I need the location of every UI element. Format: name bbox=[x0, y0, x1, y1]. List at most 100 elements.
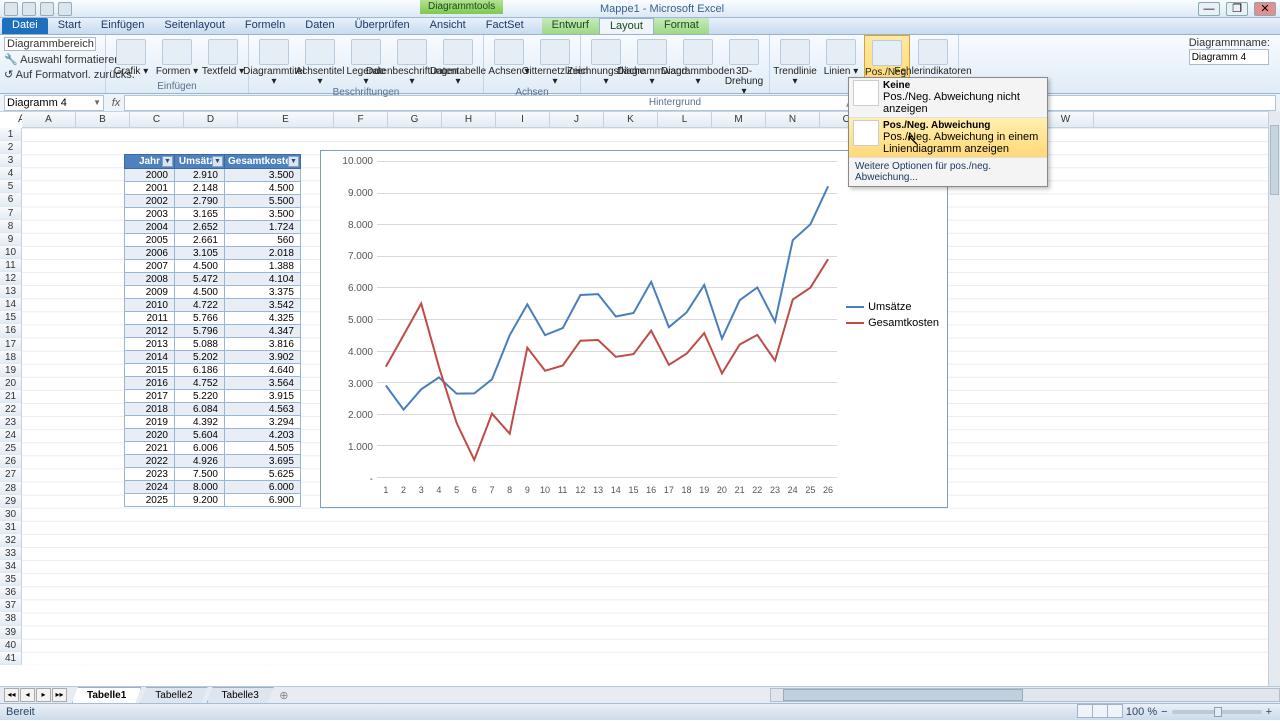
filter-dropdown-icon[interactable]: ▼ bbox=[162, 156, 173, 167]
tab-daten[interactable]: Daten bbox=[295, 18, 344, 34]
col-header-A[interactable]: A bbox=[22, 112, 76, 127]
table-header[interactable]: Umsätze▼ bbox=[175, 155, 225, 169]
col-header-H[interactable]: H bbox=[442, 112, 496, 127]
col-header-E[interactable]: E bbox=[238, 112, 334, 127]
sheet-nav-last[interactable]: ▸▸ bbox=[52, 688, 67, 702]
table-row[interactable]: 20052.661560 bbox=[125, 234, 301, 247]
format-selection-button[interactable]: 🔧 Auswahl formatieren bbox=[4, 53, 101, 66]
row-header-18[interactable]: 18 bbox=[0, 351, 22, 364]
table-row[interactable]: 20074.5001.388 bbox=[125, 260, 301, 273]
row-header-36[interactable]: 36 bbox=[0, 586, 22, 599]
row-header-26[interactable]: 26 bbox=[0, 455, 22, 468]
col-header-K[interactable]: K bbox=[604, 112, 658, 127]
filter-dropdown-icon[interactable]: ▼ bbox=[212, 156, 223, 167]
row-header-9[interactable]: 9 bbox=[0, 233, 22, 246]
row-header-13[interactable]: 13 bbox=[0, 285, 22, 298]
col-header-C[interactable]: C bbox=[130, 112, 184, 127]
row-header-3[interactable]: 3 bbox=[0, 154, 22, 167]
row-header-40[interactable]: 40 bbox=[0, 639, 22, 652]
sheet-nav-prev[interactable]: ◂ bbox=[20, 688, 35, 702]
ribbon-textfeld[interactable]: Textfeld ▾ bbox=[200, 35, 246, 77]
legend-item[interactable]: Umsätze bbox=[846, 301, 939, 313]
table-header[interactable]: Jahr▼ bbox=[125, 155, 175, 169]
reset-style-button[interactable]: ↺ Auf Formatvorl. zurücks. bbox=[4, 68, 101, 81]
ribbon-diagrammtitel[interactable]: Diagrammtitel ▾ bbox=[251, 35, 297, 87]
row-header-23[interactable]: 23 bbox=[0, 416, 22, 429]
table-row[interactable]: 20175.2203.915 bbox=[125, 390, 301, 403]
row-header-4[interactable]: 4 bbox=[0, 167, 22, 180]
ribbon--d-drehung[interactable]: 3D-Drehung ▾ bbox=[721, 35, 767, 97]
table-row[interactable]: 20063.1052.018 bbox=[125, 247, 301, 260]
zoom-out-button[interactable]: − bbox=[1161, 706, 1167, 718]
row-header-16[interactable]: 16 bbox=[0, 324, 22, 337]
row-header-10[interactable]: 10 bbox=[0, 246, 22, 259]
tab-seitenlayout[interactable]: Seitenlayout bbox=[154, 18, 235, 34]
table-row[interactable]: 20002.9103.500 bbox=[125, 169, 301, 182]
close-button[interactable]: ✕ bbox=[1254, 2, 1276, 16]
chart-legend[interactable]: Umsätze Gesamtkosten bbox=[846, 301, 939, 333]
row-header-12[interactable]: 12 bbox=[0, 272, 22, 285]
tab-layout[interactable]: Layout bbox=[599, 18, 654, 34]
tab-format[interactable]: Format bbox=[654, 18, 709, 34]
tab-überprüfen[interactable]: Überprüfen bbox=[345, 18, 420, 34]
table-row[interactable]: 20156.1864.640 bbox=[125, 364, 301, 377]
ribbon-linien[interactable]: Linien ▾ bbox=[818, 35, 864, 77]
table-row[interactable]: 20135.0883.816 bbox=[125, 338, 301, 351]
column-headers[interactable]: ABCDEFGHIJKLMNOTUVW bbox=[22, 112, 1280, 128]
fx-icon[interactable]: fx bbox=[108, 97, 124, 109]
col-header-I[interactable]: I bbox=[496, 112, 550, 127]
vertical-scrollbar[interactable] bbox=[1268, 111, 1280, 686]
zoom-in-button[interactable]: + bbox=[1266, 706, 1272, 718]
ribbon-grafik[interactable]: Grafik ▾ bbox=[108, 35, 154, 77]
tab-datei[interactable]: Datei bbox=[2, 18, 48, 34]
dropdown-option-none[interactable]: KeinePos./Neg. Abweichung nicht anzeigen bbox=[849, 78, 1047, 118]
table-row[interactable]: 20205.6044.203 bbox=[125, 429, 301, 442]
row-header-1[interactable]: 1 bbox=[0, 128, 22, 141]
row-header-30[interactable]: 30 bbox=[0, 508, 22, 521]
row-header-22[interactable]: 22 bbox=[0, 403, 22, 416]
legend-item[interactable]: Gesamtkosten bbox=[846, 317, 939, 329]
table-row[interactable]: 20012.1484.500 bbox=[125, 182, 301, 195]
col-header-J[interactable]: J bbox=[550, 112, 604, 127]
chart-name-input[interactable] bbox=[1189, 49, 1269, 65]
chart-element-selector[interactable]: Diagrammbereich bbox=[4, 37, 96, 51]
sheet-nav-first[interactable]: ◂◂ bbox=[4, 688, 19, 702]
table-row[interactable]: 20224.9263.695 bbox=[125, 455, 301, 468]
table-row[interactable]: 20237.5005.625 bbox=[125, 468, 301, 481]
new-sheet-button[interactable]: ⊕ bbox=[273, 689, 295, 702]
horizontal-scrollbar[interactable] bbox=[770, 688, 1280, 702]
ribbon-datenbeschriftungen[interactable]: Datenbeschriftungen ▾ bbox=[389, 35, 435, 87]
maximize-button[interactable]: ❐ bbox=[1226, 2, 1248, 16]
table-row[interactable]: 20164.7523.564 bbox=[125, 377, 301, 390]
row-header-34[interactable]: 34 bbox=[0, 560, 22, 573]
table-row[interactable]: 20259.2006.900 bbox=[125, 494, 301, 507]
series-Gesamtkosten[interactable] bbox=[386, 259, 828, 460]
row-header-37[interactable]: 37 bbox=[0, 599, 22, 612]
col-header-G[interactable]: G bbox=[388, 112, 442, 127]
tab-entwurf[interactable]: Entwurf bbox=[542, 18, 599, 34]
qat-save-icon[interactable] bbox=[4, 2, 18, 16]
table-row[interactable]: 20094.5003.375 bbox=[125, 286, 301, 299]
row-headers[interactable]: 1234567891011121314151617181920212223242… bbox=[0, 128, 22, 665]
row-header-8[interactable]: 8 bbox=[0, 220, 22, 233]
table-row[interactable]: 20248.0006.000 bbox=[125, 481, 301, 494]
row-header-31[interactable]: 31 bbox=[0, 521, 22, 534]
col-header-M[interactable]: M bbox=[712, 112, 766, 127]
col-header-B[interactable]: B bbox=[76, 112, 130, 127]
zoom-slider[interactable] bbox=[1172, 710, 1262, 714]
row-header-38[interactable]: 38 bbox=[0, 612, 22, 625]
row-header-17[interactable]: 17 bbox=[0, 338, 22, 351]
row-header-5[interactable]: 5 bbox=[0, 180, 22, 193]
tab-einfügen[interactable]: Einfügen bbox=[91, 18, 154, 34]
qat-redo-icon[interactable] bbox=[40, 2, 54, 16]
embedded-chart[interactable]: 10.0009.0008.0007.0006.0005.0004.0003.00… bbox=[320, 150, 948, 508]
ribbon-trendlinie[interactable]: Trendlinie ▾ bbox=[772, 35, 818, 87]
sheet-tab-tabelle3[interactable]: Tabelle3 bbox=[207, 687, 274, 703]
table-row[interactable]: 20085.4724.104 bbox=[125, 273, 301, 286]
row-header-41[interactable]: 41 bbox=[0, 652, 22, 665]
col-header-L[interactable]: L bbox=[658, 112, 712, 127]
row-header-11[interactable]: 11 bbox=[0, 259, 22, 272]
zoom-level[interactable]: 100 % bbox=[1126, 706, 1157, 718]
row-header-25[interactable]: 25 bbox=[0, 442, 22, 455]
ribbon-achsentitel[interactable]: Achsentitel ▾ bbox=[297, 35, 343, 87]
